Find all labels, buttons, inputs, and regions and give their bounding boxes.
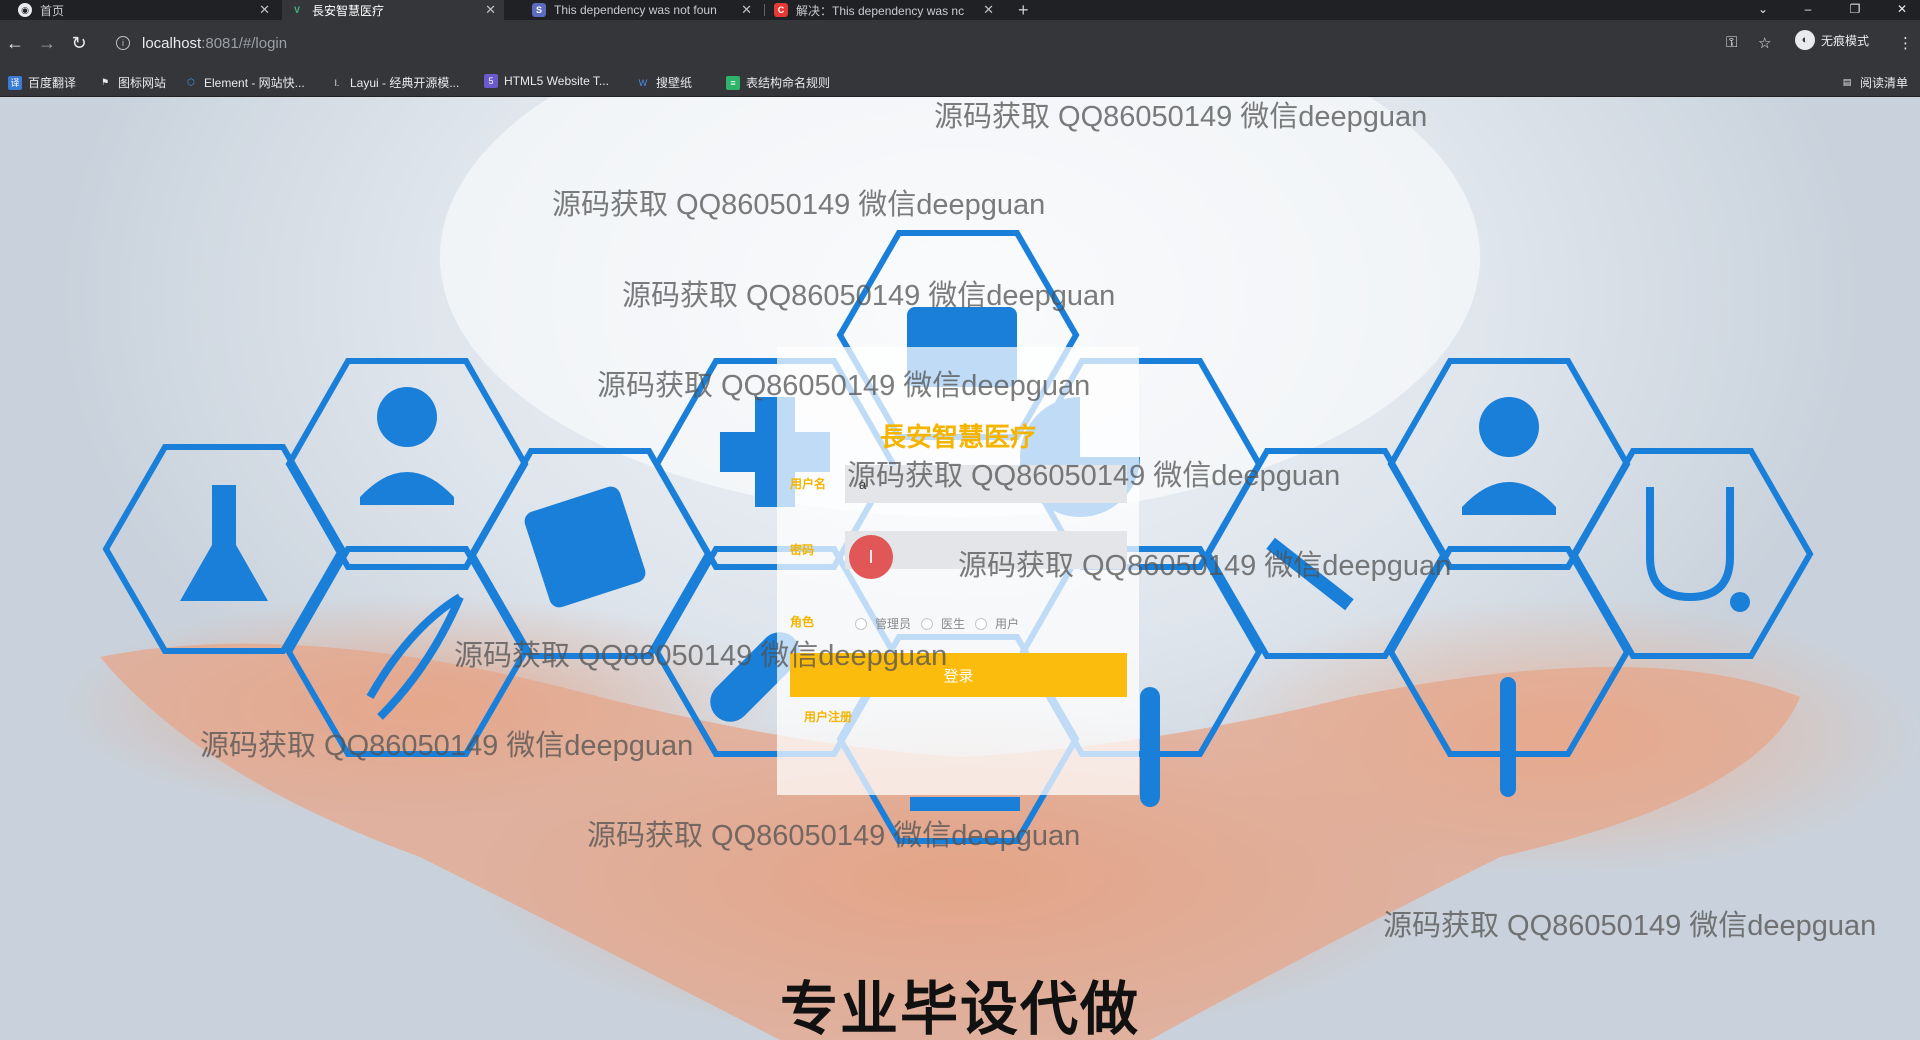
bookmarks-bar: 译 百度翻译 ⚑ 图标网站 ⬡ Element - 网站快... l. Layu… [0,69,1920,97]
role-label: 角色 [790,615,815,629]
reading-list-icon: ▤ [1842,77,1852,87]
watermark: 源码获取 QQ86050149 微信deepguan [958,550,1452,582]
role-radio-group: 管理员 医生 用户 [845,615,1019,632]
site-icon: S [532,3,546,17]
bookmark-item[interactable]: ⚑ 图标网站 [98,74,166,91]
bookmark-item[interactable]: l. Layui - 经典开源模... [330,74,460,91]
wallpaper-icon: W [638,77,648,88]
new-tab-button[interactable]: + [1018,0,1029,20]
reading-list-label: 阅读清单 [1860,76,1909,90]
video-subtitle: 专业毕设代做 [779,977,1140,1040]
html5-icon: 5 [484,74,498,88]
login-title: 長安智慧医疗 [879,423,1036,453]
watermark: 源码获取 QQ86050149 微信deepguan [454,640,948,672]
translate-icon: 译 [8,75,22,90]
incognito-icon: ◐ [1795,30,1815,50]
close-icon[interactable]: ✕ [259,2,270,18]
watermark: 源码获取 QQ86050149 微信deepguan [597,370,1091,402]
flag-icon: ⚑ [100,77,110,87]
tab-title: 長安智慧医疗 [312,3,385,18]
bookmark-label: 表结构命名规则 [746,76,831,90]
key-icon[interactable]: ⚿ [1726,34,1737,51]
bookmark-item[interactable]: 译 百度翻译 [8,74,76,91]
globe-icon: ◉ [18,3,32,17]
tab-home[interactable]: ◉ 首页 ✕ [10,0,278,20]
watermark: 源码获取 QQ86050149 微信deepguan [622,280,1116,312]
bookmark-label: HTML5 Website T... [504,74,609,88]
bookmark-item[interactable]: 5 HTML5 Website T... [484,74,609,88]
role-doctor-radio[interactable] [921,617,934,630]
forward-button[interactable]: → [36,33,58,54]
url-path: :8081/#/login [201,34,288,52]
minimize-button[interactable]: – [1794,0,1822,20]
tab-title: This dependency was not foun [554,3,717,17]
username-label: 用户名 [790,477,827,491]
tab-title: 解决：This dependency was nc [796,3,965,18]
tab-strip: ◉ 首页 ✕ V 長安智慧医疗 ✕ S This dependency was … [0,0,1920,20]
bookmark-label: 搜壁纸 [656,76,693,90]
bookmark-item[interactable]: ≡ 表结构命名规则 [726,74,830,91]
password-label: 密码 [790,543,815,557]
tab-title: 首页 [40,3,65,18]
bookmark-item[interactable]: W 搜壁纸 [636,74,692,91]
reading-list[interactable]: ▤ 阅读清单 [1840,74,1908,91]
role-user-label: 用户 [995,617,1020,631]
url-host: localhost [142,34,202,52]
role-user-radio[interactable] [975,617,988,630]
close-icon[interactable]: ✕ [485,2,496,18]
element-icon: ⬡ [187,77,195,87]
text-cursor-icon: I [849,535,893,579]
role-admin-radio[interactable] [855,617,867,630]
watermark: 源码获取 QQ86050149 微信deepguan [200,730,694,762]
watermark: 源码获取 QQ86050149 微信deepguan [1383,910,1877,942]
incognito-indicator[interactable]: ◐ 无痕模式 [1795,30,1869,50]
doc-icon: ≡ [726,75,740,90]
menu-icon[interactable]: ⋮ [1898,34,1913,52]
close-icon[interactable]: ✕ [983,2,994,18]
info-icon[interactable]: i [116,36,130,50]
bookmark-label: 百度翻译 [28,76,77,90]
watermark: 源码获取 QQ86050149 微信deepguan [934,101,1428,133]
restore-button[interactable]: ❐ [1841,0,1869,20]
url-field[interactable]: i localhost :8081/#/login [106,28,1786,58]
watermark: 源码获取 QQ86050149 微信deepguan [847,460,1341,492]
tab-dependency[interactable]: S This dependency was not foun ✕ [524,0,760,20]
tab-login[interactable]: V 長安智慧医疗 ✕ [282,0,504,20]
tab-divider [764,4,765,16]
address-bar: ← → ↻ i localhost :8081/#/login ⚿ ☆ ◐ 无痕… [0,20,1920,69]
bookmark-label: 图标网站 [118,76,167,90]
close-icon[interactable]: ✕ [741,2,752,18]
layui-icon: l. [334,77,340,88]
tab-solution[interactable]: C 解决：This dependency was nc ✕ [766,0,1002,20]
register-link[interactable]: 用户注册 [804,708,852,725]
role-doctor-label: 医生 [941,617,966,631]
bookmark-label: Layui - 经典开源模... [350,76,460,90]
star-icon[interactable]: ☆ [1758,34,1771,52]
watermark: 源码获取 QQ86050149 微信deepguan [552,189,1046,221]
role-admin-label: 管理员 [875,617,912,631]
csdn-icon: C [774,3,788,17]
tab-search-icon[interactable]: ⌄ [1749,0,1777,20]
watermark: 源码获取 QQ86050149 微信deepguan [587,820,1081,852]
reload-button[interactable]: ↻ [68,33,90,54]
bookmark-label: Element - 网站快... [204,76,305,90]
login-page: 長安智慧医疗 用户名 密码 I 角色 管理员 医生 用户 登录 用户注册 源码获… [0,97,1920,1040]
incognito-label: 无痕模式 [1821,33,1870,48]
back-button[interactable]: ← [4,33,26,54]
bookmark-item[interactable]: ⬡ Element - 网站快... [184,74,305,91]
close-window-button[interactable]: ✕ [1888,0,1916,20]
vue-icon: V [293,5,300,15]
